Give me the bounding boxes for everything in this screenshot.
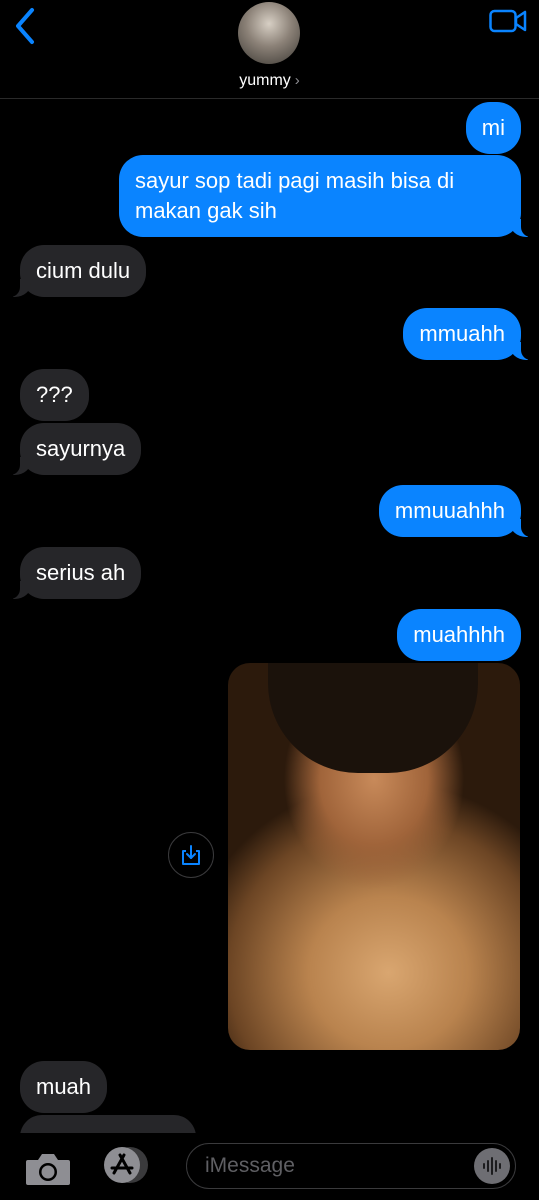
- message-text: ???: [36, 382, 73, 407]
- message-text: muahhhh: [413, 622, 505, 647]
- contact-name-row[interactable]: yummy ›: [0, 72, 539, 90]
- conversation-header: yummy ›: [0, 0, 539, 99]
- message-text: muah: [36, 1074, 92, 1099]
- message-text: serius ah: [36, 560, 126, 585]
- camera-icon[interactable]: [24, 1151, 72, 1187]
- message-text: mi: [481, 115, 505, 140]
- message-text: mmuahh: [419, 321, 505, 346]
- message-bubble-incoming[interactable]: sayurnya: [7, 423, 142, 475]
- contact-avatar[interactable]: [238, 2, 300, 64]
- message-text: sayur sop tadi pagi masih bisa di makan …: [135, 168, 455, 223]
- message-thread[interactable]: mi sayur sop tadi pagi masih bisa di mak…: [0, 99, 539, 1133]
- save-photo-button[interactable]: [168, 832, 214, 878]
- chevron-left-icon[interactable]: [10, 6, 40, 46]
- imessage-input[interactable]: iMessage: [186, 1143, 516, 1189]
- message-bubble-outgoing[interactable]: mi: [465, 102, 521, 154]
- photo-attachment[interactable]: [228, 663, 520, 1050]
- message-text: cium dulu: [36, 258, 131, 283]
- message-bubble-outgoing[interactable]: muahhhh: [397, 609, 521, 661]
- app-store-icon[interactable]: [100, 1145, 152, 1185]
- waveform-icon: [483, 1157, 501, 1175]
- message-bubble-incoming[interactable]: ???: [20, 369, 89, 421]
- message-bubble-outgoing[interactable]: mmuahh: [403, 308, 533, 360]
- message-text: mmuuahhh: [394, 498, 505, 523]
- chevron-right-icon: ›: [294, 72, 300, 89]
- contact-name: yummy: [239, 72, 291, 89]
- message-bubble-outgoing[interactable]: mmuuahhh: [378, 485, 534, 537]
- photo-content: [268, 663, 478, 773]
- video-camera-icon[interactable]: [489, 8, 527, 34]
- message-composer-bar: iMessage: [0, 1133, 539, 1200]
- message-bubble-incoming[interactable]: serius ah: [7, 547, 142, 599]
- message-bubble-incoming[interactable]: muah: [20, 1061, 108, 1113]
- audio-record-button[interactable]: [474, 1148, 510, 1184]
- download-icon: [182, 845, 200, 865]
- message-text: sayurnya: [36, 436, 126, 461]
- message-bubble-incoming[interactable]: [20, 1115, 196, 1133]
- message-bubble-outgoing[interactable]: sayur sop tadi pagi masih bisa di makan …: [119, 155, 533, 237]
- message-bubble-incoming[interactable]: cium dulu: [7, 245, 147, 297]
- input-placeholder: iMessage: [205, 1154, 295, 1177]
